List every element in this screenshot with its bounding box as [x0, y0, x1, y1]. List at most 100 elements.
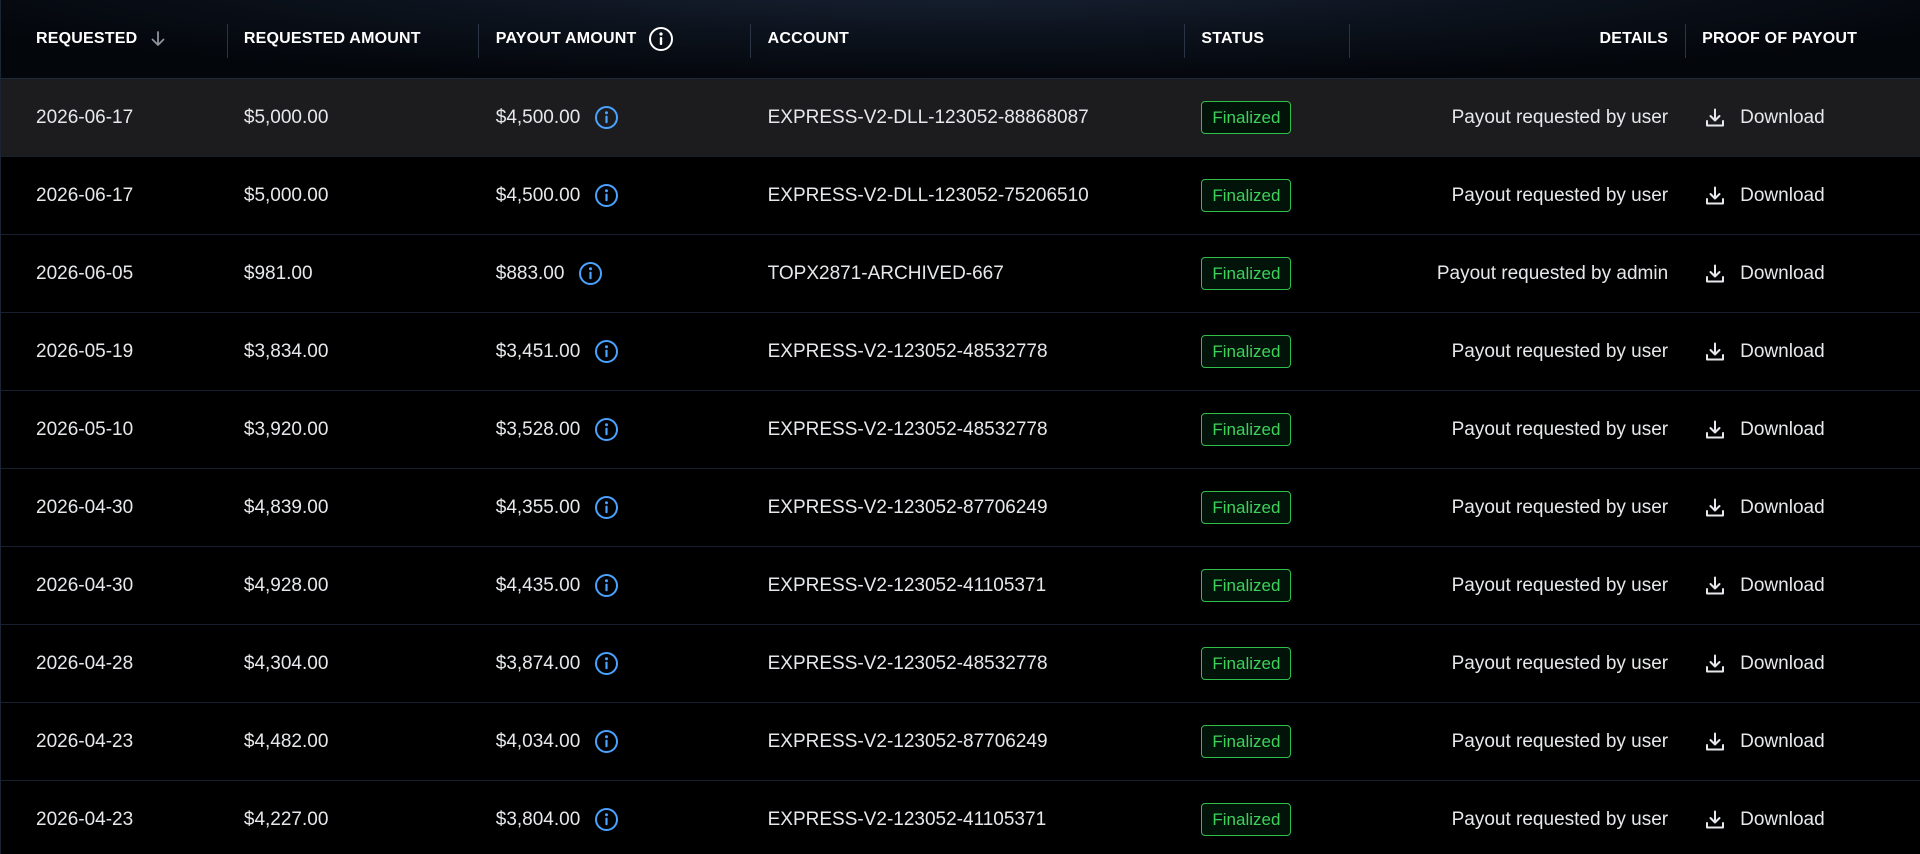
info-circle-icon[interactable] [648, 26, 674, 52]
account-id: EXPRESS-V2-123052-48532778 [767, 418, 1048, 440]
table-row[interactable]: 2026-05-10 $3,920.00 $3,528.00 EXPRESS-V… [1, 391, 1920, 469]
payout-amount-cell: $3,528.00 [478, 391, 750, 469]
info-circle-icon[interactable] [594, 105, 619, 130]
download-icon [1706, 576, 1725, 594]
status-badge: Finalized [1201, 179, 1292, 212]
requested-amount: $3,920.00 [243, 418, 329, 440]
column-header-label: ACCOUNT [767, 30, 850, 47]
column-header-proof-of-payout[interactable]: PROOF OF PAYOUT [1685, 0, 1920, 79]
payouts-table: REQUESTED REQUESTED AMOUNT PAYOUT AMOUNT… [0, 0, 1920, 854]
info-circle-icon[interactable] [594, 183, 619, 208]
requested-amount: $4,839.00 [243, 496, 329, 518]
column-header-requested-amount[interactable]: REQUESTED AMOUNT [226, 0, 478, 79]
table-row[interactable]: 2026-05-19 $3,834.00 $3,451.00 EXPRESS-V… [1, 313, 1920, 391]
arrow-down-icon[interactable] [149, 30, 167, 48]
info-circle-icon[interactable] [594, 495, 619, 520]
details-text: Payout requested by user [1451, 808, 1669, 830]
account-id: EXPRESS-V2-DLL-123052-75206510 [767, 184, 1089, 206]
download-button[interactable]: Download [1704, 263, 1825, 285]
download-button[interactable]: Download [1704, 107, 1825, 129]
download-button[interactable]: Download [1704, 575, 1825, 597]
payout-amount: $883.00 [495, 262, 565, 284]
details-text: Payout requested by user [1451, 574, 1669, 596]
download-icon [1706, 810, 1725, 828]
download-icon [1706, 420, 1725, 438]
requested-amount: $4,227.00 [243, 808, 329, 830]
status-badge: Finalized [1201, 335, 1292, 368]
download-button[interactable]: Download [1704, 731, 1825, 753]
status-cell: Finalized [1184, 625, 1349, 703]
proof-cell: Download [1685, 391, 1920, 469]
table-row[interactable]: 2026-04-30 $4,928.00 $4,435.00 EXPRESS-V… [1, 547, 1920, 625]
table-body: 2026-06-17 $5,000.00 $4,500.00 EXPRESS-V… [1, 79, 1920, 854]
column-header-account[interactable]: ACCOUNT [749, 0, 1185, 79]
download-button[interactable]: Download [1704, 809, 1825, 831]
status-cell: Finalized [1184, 235, 1349, 313]
details-text: Payout requested by user [1451, 418, 1669, 440]
table-row[interactable]: 2026-04-23 $4,482.00 $4,034.00 EXPRESS-V… [1, 703, 1920, 781]
status-cell: Finalized [1184, 79, 1349, 157]
payout-amount-cell: $883.00 [478, 235, 750, 313]
column-header-details[interactable]: DETAILS [1349, 0, 1685, 79]
requested-date: 2026-05-19 [36, 340, 134, 362]
info-circle-icon[interactable] [578, 261, 603, 286]
proof-cell: Download [1685, 547, 1920, 625]
account-id: EXPRESS-V2-123052-41105371 [767, 808, 1047, 830]
table-row[interactable]: 2026-06-05 $981.00 $883.00 TOPX2871-ARCH… [1, 235, 1920, 313]
download-button[interactable]: Download [1704, 185, 1825, 207]
info-circle-icon[interactable] [594, 339, 619, 364]
payout-amount-cell: $4,435.00 [478, 547, 750, 625]
info-circle-icon[interactable] [594, 807, 619, 832]
details-text: Payout requested by user [1451, 496, 1669, 518]
details-text: Payout requested by user [1451, 730, 1669, 752]
table-row[interactable]: 2026-04-28 $4,304.00 $3,874.00 EXPRESS-V… [1, 625, 1920, 703]
proof-cell: Download [1685, 79, 1920, 157]
info-circle-icon[interactable] [594, 729, 619, 754]
account-id: EXPRESS-V2-123052-87706249 [767, 730, 1048, 752]
table-row[interactable]: 2026-04-23 $4,227.00 $3,804.00 EXPRESS-V… [1, 781, 1920, 854]
column-header-label: REQUESTED AMOUNT [243, 30, 421, 47]
payout-amount-cell: $4,355.00 [478, 469, 750, 547]
table-row[interactable]: 2026-06-17 $5,000.00 $4,500.00 EXPRESS-V… [1, 79, 1920, 157]
download-button[interactable]: Download [1704, 653, 1825, 675]
payout-amount-cell: $3,874.00 [478, 625, 750, 703]
download-label: Download [1740, 730, 1825, 752]
requested-date: 2026-06-17 [36, 106, 134, 128]
download-label: Download [1740, 262, 1825, 284]
account-id: EXPRESS-V2-123052-41105371 [767, 574, 1047, 596]
account-id: EXPRESS-V2-DLL-123052-88868087 [767, 106, 1089, 128]
table-row[interactable]: 2026-06-17 $5,000.00 $4,500.00 EXPRESS-V… [1, 157, 1920, 235]
column-header-label: REQUESTED [36, 30, 138, 47]
info-circle-icon[interactable] [594, 573, 619, 598]
proof-cell: Download [1685, 313, 1920, 391]
status-cell: Finalized [1184, 781, 1349, 854]
column-header-status[interactable]: STATUS [1184, 0, 1349, 79]
status-cell: Finalized [1184, 547, 1349, 625]
details-text: Payout requested by user [1451, 652, 1669, 674]
proof-cell: Download [1685, 157, 1920, 235]
info-circle-icon[interactable] [594, 417, 619, 442]
download-icon [1706, 108, 1725, 126]
download-label: Download [1740, 652, 1825, 674]
download-label: Download [1740, 340, 1825, 362]
status-badge: Finalized [1201, 101, 1292, 134]
download-icon [1706, 498, 1725, 516]
download-label: Download [1740, 496, 1825, 518]
download-label: Download [1740, 808, 1825, 830]
download-button[interactable]: Download [1704, 497, 1825, 519]
status-badge: Finalized [1201, 569, 1292, 602]
requested-date: 2026-04-30 [36, 496, 134, 518]
info-circle-icon[interactable] [594, 651, 619, 676]
column-header-requested[interactable]: REQUESTED [1, 0, 227, 79]
requested-date: 2026-04-30 [36, 574, 134, 596]
table-row[interactable]: 2026-04-30 $4,839.00 $4,355.00 EXPRESS-V… [1, 469, 1920, 547]
status-badge: Finalized [1201, 725, 1292, 758]
download-button[interactable]: Download [1704, 419, 1825, 441]
download-label: Download [1740, 574, 1825, 596]
download-button[interactable]: Download [1704, 341, 1825, 363]
column-header-payout-amount[interactable]: PAYOUT AMOUNT [477, 0, 750, 79]
download-label: Download [1740, 106, 1825, 128]
download-icon [1706, 732, 1725, 750]
download-label: Download [1740, 184, 1825, 206]
account-id: TOPX2871-ARCHIVED-667 [767, 262, 1004, 284]
